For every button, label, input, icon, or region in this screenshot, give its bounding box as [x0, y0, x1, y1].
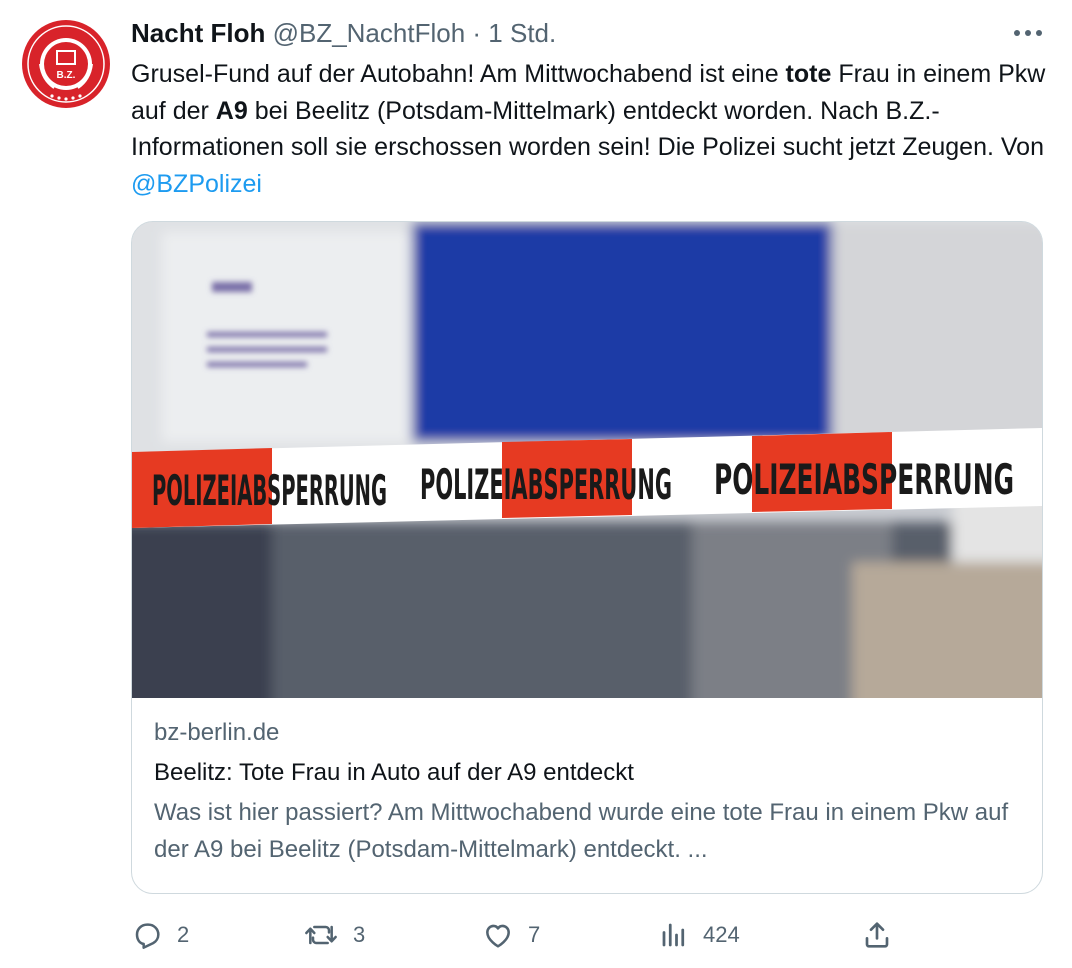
like-button[interactable]: 7: [482, 912, 540, 958]
heart-icon: [486, 924, 510, 948]
share-icon: [865, 922, 889, 948]
repost-count: 3: [353, 922, 366, 947]
author-handle[interactable]: @BZ_NachtFloh: [273, 18, 466, 48]
reply-button[interactable]: 2: [131, 912, 189, 958]
more-button[interactable]: [1006, 18, 1050, 48]
share-button[interactable]: [861, 912, 893, 958]
text-bold-a9: A9: [215, 96, 248, 125]
views-chart-icon: [662, 923, 685, 947]
views-count: 424: [703, 922, 740, 947]
logo-mark: B.Z.: [57, 70, 76, 81]
separator: ·: [472, 18, 482, 48]
repost-icon: [305, 925, 337, 945]
repost-button[interactable]: 3: [303, 912, 365, 958]
card-image: POLIZEIABSPERRUNG POLIZEIABSPERRUNG POLI…: [132, 222, 1042, 698]
author-name[interactable]: Nacht Floh: [131, 18, 265, 48]
like-count: 7: [528, 922, 541, 947]
text-segment: bei Beelitz (Potsdam-Mittelmark) entdeck…: [131, 96, 1044, 162]
avatar[interactable]: B.Z.: [22, 20, 110, 108]
text-bold-tote: tote: [785, 60, 832, 88]
tweet-text: Grusel-Fund auf der Autobahn! Am Mittwoc…: [131, 56, 1051, 202]
card-description: Was ist hier passiert? Am Mittwochabend …: [154, 799, 1009, 863]
tape-text: POLIZEIABSPERRUNG: [420, 460, 672, 509]
tape-text: POLIZEIABSPERRUNG: [152, 466, 387, 515]
card-title: Beelitz: Tote Frau in Auto auf der A9 en…: [154, 759, 634, 786]
reply-icon: [135, 923, 160, 949]
views-button[interactable]: 424: [659, 912, 740, 958]
mention-link[interactable]: @BZPolizei: [131, 170, 262, 198]
tape-text: POLIZEIABSPERRUNG: [714, 455, 1014, 504]
tweet-header: Nacht Floh @BZ_NachtFloh · 1 Std.: [131, 16, 556, 50]
link-card[interactable]: POLIZEIABSPERRUNG POLIZEIABSPERRUNG POLI…: [131, 221, 1043, 894]
card-domain: bz-berlin.de: [154, 719, 280, 746]
action-bar: 2 3 7 424: [131, 912, 911, 958]
more-horizontal-icon: [1014, 30, 1042, 36]
card-body: bz-berlin.de Beelitz: Tote Frau in Auto …: [154, 716, 1020, 868]
bz-logo-avatar: B.Z.: [22, 20, 110, 108]
text-segment: Grusel-Fund auf der Autobahn! Am Mittwoc…: [131, 60, 786, 88]
reply-count: 2: [177, 922, 190, 947]
timestamp[interactable]: 1 Std.: [488, 18, 556, 48]
